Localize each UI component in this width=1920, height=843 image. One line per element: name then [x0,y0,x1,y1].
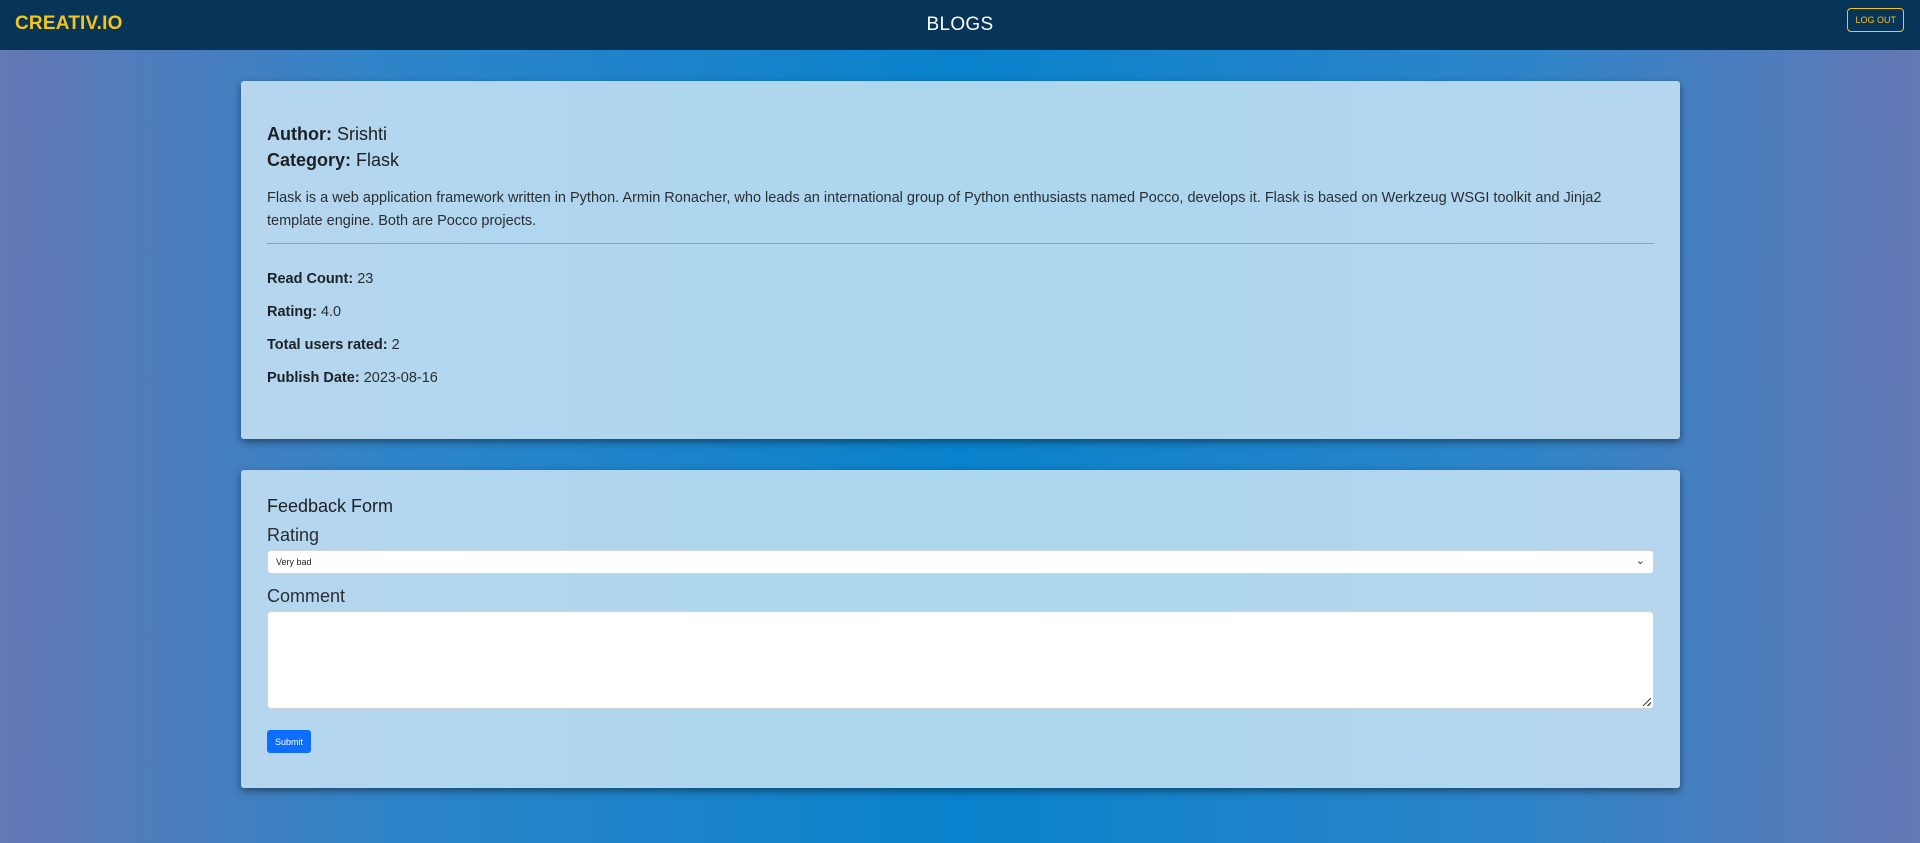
feedback-form-card: Feedback Form Rating Very bad ⌄ Comment … [241,470,1680,788]
comment-label: Comment [267,586,346,606]
stat-label: Total users rated: [267,337,388,353]
rating-selected-value: Very bad [276,557,312,567]
stat-label: Rating: [267,304,317,320]
stat-value: 2023-08-16 [363,370,438,386]
rating-select[interactable]: Very bad ⌄ [267,550,1654,574]
author-line: Author: Srishti [267,121,1654,147]
stat-value: 2 [391,337,400,353]
logout-button[interactable]: LOG OUT [1847,8,1904,32]
submit-button[interactable]: Submit [267,730,312,753]
category-label: Category: [267,150,352,170]
stat-publish-date: Publish Date: 2023-08-16 [267,369,1654,387]
comment-textarea[interactable] [267,611,1654,709]
blog-stats: Read Count: 23 Rating: 4.0 Total users r… [267,270,1654,387]
blog-details-card: Author: Srishti Category: Flask Flask is… [241,81,1680,439]
category-value: Flask [356,150,400,170]
stat-value: 23 [357,271,374,287]
chevron-down-icon: ⌄ [1635,555,1645,567]
stat-rating: Rating: 4.0 [267,303,1654,321]
page-title: BLOGS [926,14,994,35]
comment-field-wrapper [267,611,1654,709]
author-value: Srishti [337,124,388,144]
stat-label: Publish Date: [267,370,360,386]
author-label: Author: [267,124,332,144]
top-navbar: CREATIV.IO BLOGS LOG OUT [0,0,1920,50]
stat-label: Read Count: [267,271,354,287]
rating-label: Rating [267,525,320,545]
category-line: Category: Flask [267,147,1654,173]
stat-read-count: Read Count: 23 [267,270,1654,288]
stat-total-users-rated: Total users rated: 2 [267,336,1654,354]
blog-description: Flask is a web application framework wri… [267,187,1654,244]
stat-value: 4.0 [320,304,342,320]
feedback-form-title: Feedback Form [267,496,394,516]
